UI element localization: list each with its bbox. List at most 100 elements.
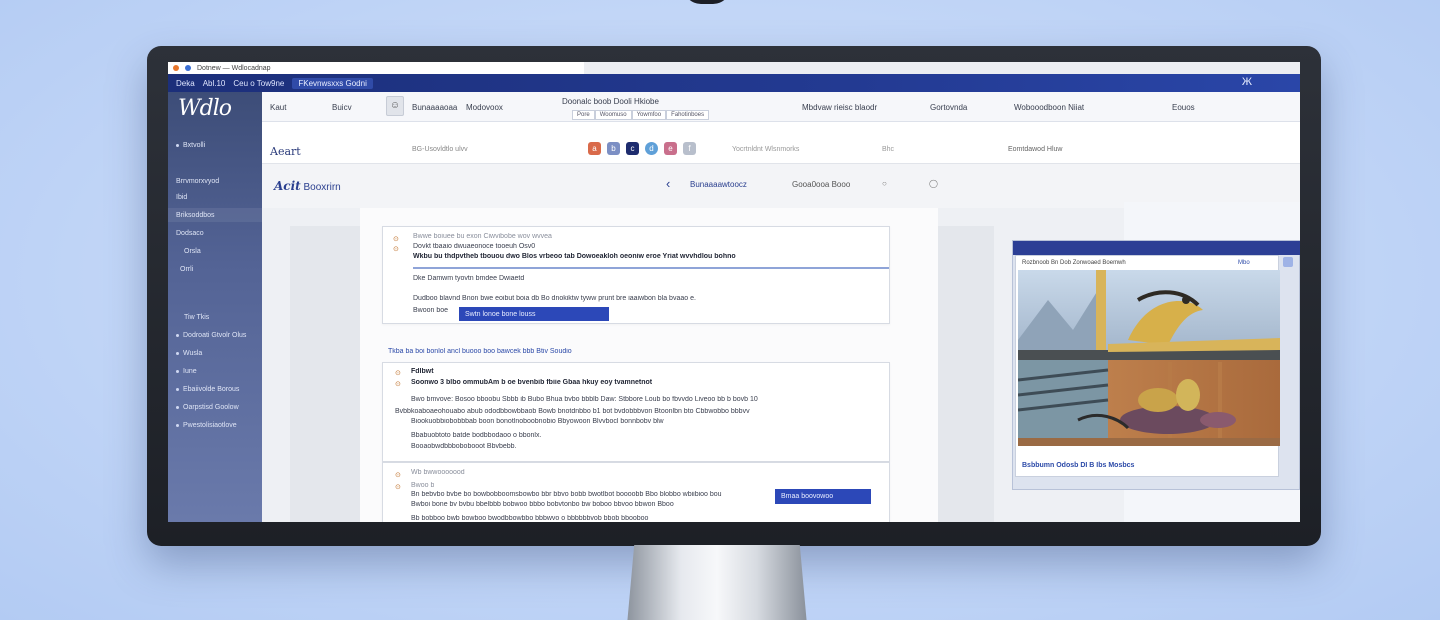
card-line: Bvbbkoaboaeohouabo abub ododbbowbbaob Bo… [395, 408, 750, 415]
page-subtitle: Gooa0ooa Booo [792, 180, 851, 189]
card-line: Biookuobbiobobbbab boon bonotlnoboobnobi… [411, 418, 664, 425]
media-link[interactable]: Mbo [1238, 260, 1250, 266]
toolbar-crumbs[interactable]: BG-Usovldtlo ulvv [412, 146, 468, 153]
extension-dot-icon [185, 65, 191, 71]
page-action-icons[interactable]: ○ ◯ [882, 179, 958, 188]
toolbar-title: Aeart [270, 145, 301, 158]
sidebar-item[interactable]: Oarpstisd Goolow [176, 404, 239, 411]
tool-copy-icon[interactable]: b [607, 142, 620, 155]
bullet-icon [176, 370, 179, 373]
sidebar-item[interactable]: Dodroati Gtvolr Olus [176, 332, 246, 339]
card-line: Bb bobboo bwb bowboo bwodbbowbbo bbbwvo … [411, 515, 649, 522]
nav-item[interactable]: Gortovnda [930, 103, 967, 112]
sidebar-item[interactable]: Wusla [176, 350, 202, 357]
sidebar-item-label: Bxtvolli [183, 142, 206, 149]
page-title-italic: Acit [274, 179, 301, 193]
card-line: Soonwo 3 blbo ommubAm b oe bvenbib fbiie… [411, 379, 653, 386]
toolbar-icon-group: a b c d e f [588, 142, 696, 155]
sidebar-item-label: Pwestolisiaotlove [183, 422, 237, 429]
nav-item[interactable]: Buicv [332, 103, 352, 112]
subnav-tab[interactable]: Fahotinboes [666, 110, 710, 120]
sidebar-item[interactable]: Ibid [176, 194, 187, 201]
primary-button[interactable]: Swtn lonoe bone louss [459, 307, 609, 321]
url-field[interactable]: FKevnwsxxs Godni [292, 77, 373, 89]
card-line: Booaobwdbbbobobooot Bbvbebb. [411, 443, 517, 450]
nav-back-link[interactable]: Deka [176, 79, 195, 88]
subnav-tab[interactable]: Yowmfoo [631, 110, 667, 120]
post-card[interactable]: ⊙ Bwwe boiuee bu exon Ciwvibobe wov wvve… [382, 226, 890, 324]
app-logo[interactable]: Wdlo [178, 96, 232, 121]
toolbar-extra: Bhc [882, 146, 895, 153]
action-button[interactable]: Bmaa boovowoo [775, 489, 871, 504]
bullet-icon [176, 406, 179, 409]
monitor-camera [683, 0, 731, 4]
bookmark-link[interactable]: Ceu o Tow9ne [233, 79, 284, 88]
card-line: Wkbu bu thdpvtheb tbouou dwo Blos vrbeoo… [413, 253, 736, 260]
sidebar-item[interactable]: Orrli [180, 266, 193, 273]
sidebar-item-label: Orrli [180, 266, 194, 273]
tool-globe-icon[interactable]: d [645, 142, 658, 155]
extension-icon[interactable]: Ж [1242, 76, 1252, 88]
media-panel: Rozbnoob Bn Dob Zonwoaed Boemwh Mbo Bsbb… [1012, 240, 1300, 490]
tool-edit-icon[interactable]: a [588, 142, 601, 155]
toolbar-right-link[interactable]: Eomtdawod Hluw [1008, 146, 1062, 153]
nav-item[interactable]: Doonalc boob Dooli Hkiobe [562, 97, 659, 106]
sidebar-item-label: Ibid [176, 194, 188, 201]
sidebar-item[interactable]: Dodsaco [176, 230, 204, 237]
tool-bookmark-icon[interactable]: c [626, 142, 639, 155]
back-arrow-icon[interactable]: ‹ [666, 176, 670, 191]
bullet-icon: ⊙ [395, 472, 401, 479]
media-scroll-handle[interactable] [1283, 257, 1293, 267]
avatar-icon[interactable]: ☺ [386, 96, 404, 116]
media-card[interactable]: Rozbnoob Bn Dob Zonwoaed Boemwh Mbo Bsbb… [1015, 255, 1280, 477]
sidebar-item-label: Orsla [184, 248, 201, 255]
sidebar-item[interactable]: Ebaiivolde Borous [176, 386, 239, 393]
bullet-icon [176, 424, 179, 427]
card-line: Bwboi bone bv bvbu bbelbbb bobwoo bbbo b… [411, 501, 674, 508]
page-title: Acit Booxrirn [274, 179, 341, 193]
nav-item[interactable]: Mbdvaw rieisc blaodr [802, 103, 877, 112]
subnav-tab[interactable]: Pore [572, 110, 595, 120]
nav-item[interactable]: Bunaaaaoaa [412, 103, 457, 112]
sidebar-item[interactable]: Brrvmorxvyod [176, 178, 219, 185]
sidebar-section-title: Tiw Tkis [184, 314, 209, 321]
screen: Dotnew — Wdlocadnap Deka Abl.10 Ceu o To… [168, 62, 1300, 522]
media-panel-header [1013, 241, 1300, 255]
card-line: Bwoon boe [413, 307, 449, 314]
sidebar-item[interactable]: Bxtvolli [176, 142, 205, 149]
breadcrumb[interactable]: Bunaaaawtoocz [690, 180, 747, 189]
page-title-rest: Booxrirn [303, 182, 341, 193]
favicon-icon [173, 65, 179, 71]
divider [413, 267, 889, 269]
sidebar-item-label: Oarpstisd Goolow [183, 404, 239, 411]
card-line: Wb bwwooooood [411, 469, 465, 476]
sidebar-item-label: Tiw Tkis [184, 314, 210, 321]
nav-item[interactable]: Eouos [1172, 103, 1195, 112]
sidebar-item[interactable]: Orsla [184, 248, 201, 255]
subnav-tab[interactable]: Woomuso [594, 110, 632, 120]
card-line: Bwo bmvove: Bosoo bboobu Sbbb ib Bubo Bh… [411, 396, 758, 403]
card-line: Dke Damwm tyovtn bmdee Dwiaetd [413, 275, 525, 282]
section-link[interactable]: Tkba ba boi bonlol ancl buooo boo bawcek… [388, 348, 572, 355]
sidebar-item-label: Dodroati Gtvolr Olus [183, 332, 247, 339]
post-card[interactable]: ⊙ Fdlbwt ⊙ Soonwo 3 blbo ommubAm b oe bv… [382, 362, 890, 462]
subnav-tabs: Pore Woomuso Yowmfoo Fahotinboes [572, 110, 710, 120]
nav-item[interactable]: Modovoox [466, 103, 503, 112]
media-image[interactable] [1018, 270, 1280, 446]
right-gutter [938, 226, 994, 522]
bullet-icon: ⊙ [393, 246, 399, 253]
sidebar-item-active[interactable]: Briksoddbos [168, 208, 262, 222]
nav-item[interactable]: Wobooodboon Niiat [1014, 103, 1084, 112]
browser-tab[interactable]: Dotnew — Wdlocadnap [168, 62, 584, 74]
sidebar-item[interactable]: Iune [176, 368, 197, 375]
post-card[interactable]: ⊙ Wb bwwooooood ⊙ Bwoo b Bn bebvbo bvbe … [382, 462, 890, 522]
media-title[interactable]: Bsbbumn Odosb DI B Ibs Mosbcs [1022, 462, 1134, 469]
toolbar: Aeart BG-Usovldtlo ulvv a b c d e f Yocr… [262, 138, 1300, 164]
sidebar-item[interactable]: Pwestolisiaotlove [176, 422, 237, 429]
nav-forward-link[interactable]: Abl.10 [203, 79, 226, 88]
bullet-icon: ⊙ [395, 484, 401, 491]
tool-more-icon[interactable]: f [683, 142, 696, 155]
tool-image-icon[interactable]: e [664, 142, 677, 155]
nav-item[interactable]: Kaut [270, 103, 286, 112]
card-line: Dudboo blavnd Bnon bwe eoibut boia db Bo… [413, 295, 696, 302]
